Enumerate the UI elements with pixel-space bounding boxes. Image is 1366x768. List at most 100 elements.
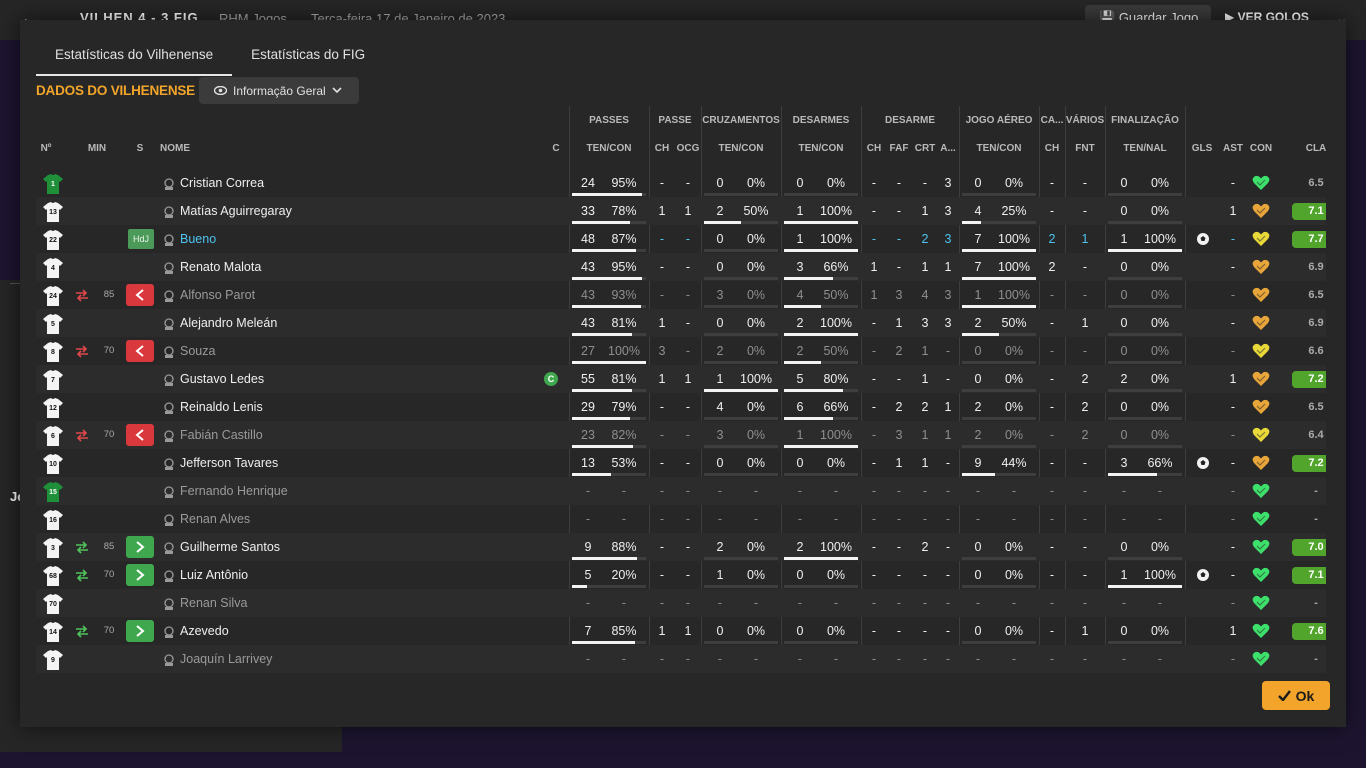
table-row[interactable]: 15 Fernando Henrique - - - - - - - - - - - - - - - - - - - - [36,477,1326,505]
player-name[interactable]: Fabián Castillo [180,421,480,449]
player-name[interactable]: Alfonso Parot [180,281,480,309]
player-name[interactable]: Renan Silva [180,589,480,617]
table-row[interactable]: 10 Jefferson Tavares 13 53% - -0 0% 0 0% -1 1-9 44%… [36,449,1326,477]
header-ast[interactable]: AST [1219,143,1247,154]
table-row[interactable]: 8 70 Souza 27 100% 3-2 0% 2 50% -2 1-0 0% - -0 0% -6.6 [36,337,1326,365]
tab-vilhenense-stats[interactable]: Estatísticas do Vilhenense [36,40,233,76]
ok-label: Ok [1295,687,1315,704]
table-row[interactable]: 1 Cristian Correa 24 95% - -0 0% 0 0% - - -3 0 0% - -0 0… [36,169,1326,197]
tackles-pct: - [833,484,839,498]
header-ca-ch[interactable]: CH [1039,143,1065,154]
varios-fnt: - [1082,484,1088,498]
player-name[interactable]: Matías Aguirregaray [180,197,480,225]
header-desarme-faf[interactable]: FAF [887,143,911,154]
shirt-icon: 22 [42,229,64,251]
shots-bar [1108,445,1182,448]
table-row[interactable]: 9 Joaquín Larrivey - - - - - - - - - - - - - - - - - - - - [36,645,1326,673]
aerial-count: - [975,512,981,526]
player-rating: 7.2 [1292,371,1326,388]
tackles-bar-fill [784,417,833,420]
header-passes-ten-con[interactable]: TEN/CON [569,143,649,154]
shirt-number: 1 [51,181,55,188]
header-desarme-crt[interactable]: CRT [913,143,937,154]
shirt-number: 14 [49,629,57,636]
player-name[interactable]: Joaquín Larrivey [180,645,480,673]
header-num[interactable]: Nº [36,143,56,154]
header-cla[interactable]: CLA [1302,143,1326,154]
player-name[interactable]: Souza [180,337,480,365]
header-fin-ten-nal[interactable]: TEN/NAL [1105,143,1185,154]
desarme-ch: - [871,400,877,414]
player-name[interactable]: Azevedo [180,617,480,645]
aerial-pct: - [1011,596,1017,610]
header-passe-ch[interactable]: CH [649,143,675,154]
player-name[interactable]: Fernando Henrique [180,477,480,505]
header-c[interactable]: C [548,143,564,154]
header-desarme-a[interactable]: A... [938,143,958,154]
desarme-a: - [945,344,951,358]
table-row[interactable]: 24 85 Alfonso Parot 43 93% - -3 0% 4 50% 1 3 4 3 1 100%… [36,281,1326,309]
player-name[interactable]: Cristian Correa [180,169,480,197]
desarme-a: - [945,568,951,582]
shots-count: - [1121,596,1127,610]
desarme-ch: - [871,456,877,470]
passes-bar [572,473,646,476]
crosses-pct: - [753,484,759,498]
table-row[interactable]: 7 Gustavo Ledes C 55 81% 1 1 1 100% 5 80% - -1-0 0% -2… [36,365,1326,393]
assists: 1 [1229,204,1237,218]
table-row[interactable]: 14 70 Azevedo 7 85% 1 1 0 0% 0 0% - - - -0 0% -1 0 0% 1 7.6 [36,617,1326,645]
player-name[interactable]: Renato Malota [180,253,480,281]
crosses-bar-fill [704,389,778,392]
header-gls[interactable]: GLS [1188,143,1216,154]
player-name[interactable]: Luiz Antônio [180,561,480,589]
ca-ch: - [1049,372,1055,386]
table-row[interactable]: 6 70 Fabián Castillo 23 82% - -3 0% 1 100% -3 1 1 2 0%… [36,421,1326,449]
shots-bar [1108,249,1182,252]
tab-fig-stats[interactable]: Estatísticas do FIG [232,40,384,76]
player-name[interactable]: Gustavo Ledes [180,365,480,393]
header-passe-ocg[interactable]: OCG [675,143,701,154]
header-desarme-ch[interactable]: CH [863,143,885,154]
header-aereo-ten-con[interactable]: TEN/CON [959,143,1039,154]
header-varios-fnt[interactable]: FNT [1065,143,1105,154]
person-icon [163,205,175,218]
header-min[interactable]: MIN [84,143,110,154]
table-row[interactable]: 70 Renan Silva - - - - - - - - - - - - - - - - - - - - [36,589,1326,617]
player-name[interactable]: Jefferson Tavares [180,449,480,477]
goalkeeper-shirt-icon: 1 [42,173,64,195]
shots-pct: - [1157,596,1163,610]
shirt-number: 68 [49,573,57,580]
table-row[interactable]: 12 Reinaldo Lenis 29 79% - -4 0% 6 66% -2 2 1 2 0% -2 0… [36,393,1326,421]
shots-bar [1108,473,1182,476]
player-name[interactable]: Renan Alves [180,505,480,533]
varios-fnt: - [1082,512,1088,526]
view-dropdown[interactable]: Informação Geral [199,77,359,104]
table-row[interactable]: 22 HdJ Bueno 48 87% - -0 0% 1 100% - -2 3 7 100% 2 1 1 100… [36,225,1326,253]
table-row[interactable]: 16 Renan Alves - - - - - - - - - - - - - - - - - - - - [36,505,1326,533]
desarme-a: - [945,456,951,470]
passe-ocg: 1 [684,624,692,638]
aerial-bar [962,473,1036,476]
player-name[interactable]: Guilherme Santos [180,533,480,561]
player-name[interactable]: Alejandro Meleán [180,309,480,337]
header-s[interactable]: S [132,143,148,154]
header-des-ten-con[interactable]: TEN/CON [781,143,861,154]
player-name[interactable]: Bueno [180,225,480,253]
passe-ocg: - [685,400,691,414]
condition-heart-icon [1252,399,1270,415]
ok-button[interactable]: Ok [1262,681,1330,710]
table-row[interactable]: 3 85 Guilherme Santos 9 88% - -2 0% 2 100% - -2-0 0%… [36,533,1326,561]
desarme-a: 3 [944,204,952,218]
player-name[interactable]: Reinaldo Lenis [180,393,480,421]
shots-bar [1108,333,1182,336]
desarme-faf: - [896,232,902,246]
table-row[interactable]: 4 Renato Malota 43 95% - -0 0% 3 66% 1-1 1 7 100% 2-0… [36,253,1326,281]
header-con[interactable]: CON [1247,143,1275,154]
header-cruz-ten-con[interactable]: TEN/CON [701,143,781,154]
desarme-a: 3 [944,232,952,246]
header-nome[interactable]: NOME [160,143,200,154]
table-row[interactable]: 68 70 Luiz Antônio 5 20% - -1 0% 0 0% - - - -0 0% - -1 10… [36,561,1326,589]
table-row[interactable]: 5 Alejandro Meleán 43 81% 1-0 0% 2 100% -1 3 3 2 50%… [36,309,1326,337]
ca-ch: - [1049,400,1055,414]
table-row[interactable]: 13 Matías Aguirregaray 33 78% 1 1 2 50% 1 100% - -1… [36,197,1326,225]
